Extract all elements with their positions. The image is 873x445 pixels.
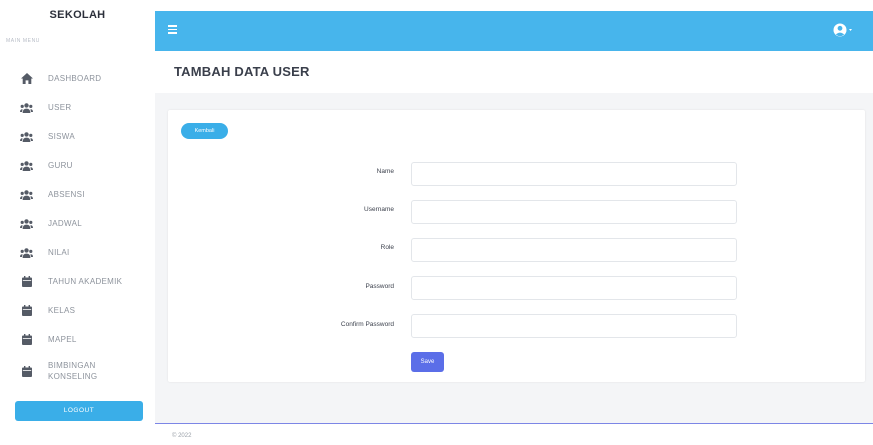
users-icon: [20, 218, 33, 230]
page-title: TAMBAH DATA USER: [174, 64, 310, 79]
sidebar-item-siswa[interactable]: SISWA: [0, 122, 155, 151]
calendar-icon: [20, 365, 33, 377]
copyright-text: © 2022: [172, 433, 192, 439]
sidebar-item-label: USER: [48, 103, 72, 112]
top-navbar: [155, 11, 873, 51]
calendar-icon: [20, 276, 33, 288]
users-icon: [20, 131, 33, 143]
users-icon: [20, 102, 33, 114]
sidebar-item-jadwal[interactable]: JADWAL: [0, 209, 155, 238]
users-icon: [20, 247, 33, 259]
username-label: Username: [364, 206, 394, 213]
sidebar-item-user[interactable]: USER: [0, 93, 155, 122]
sidebar-item-label: MAPEL: [48, 335, 77, 344]
brand-title: SEKOLAH: [49, 9, 106, 21]
sidebar-item-nilai[interactable]: NILAI: [0, 238, 155, 267]
sidebar-item-label: SISWA: [48, 132, 75, 141]
sidebar-item-label: DASHBOARD: [48, 74, 102, 83]
sidebar-item-label: JADWAL: [48, 219, 82, 228]
sidebar-item-label: TAHUN AKADEMIK: [48, 277, 123, 286]
users-icon: [20, 189, 33, 201]
logout-button[interactable]: LOGOUT: [15, 401, 143, 421]
sidebar-item-absensi[interactable]: ABSENSI: [0, 180, 155, 209]
role-label: Role: [380, 244, 394, 251]
users-icon: [20, 160, 33, 172]
username-input[interactable]: [411, 200, 737, 224]
sidebar: SEKOLAH MAIN MENU DASHBOARD USER SISWA G…: [0, 0, 155, 445]
password-label: Password: [365, 283, 394, 290]
sidebar-item-label: NILAI: [48, 248, 70, 257]
footer-divider: [155, 423, 873, 424]
menu-header: MAIN MENU: [6, 38, 41, 44]
sidebar-item-dashboard[interactable]: DASHBOARD: [0, 64, 155, 93]
confirm-password-label: Confirm Password: [340, 321, 394, 328]
sidebar-item-tahun-akademik[interactable]: TAHUN AKADEMIK: [0, 267, 155, 296]
back-button[interactable]: Kembali: [181, 123, 228, 139]
sidebar-item-bimbingan-konseling[interactable]: BIMBINGAN KONSELING: [0, 352, 155, 390]
calendar-icon: [20, 305, 33, 317]
home-icon: [20, 73, 33, 85]
name-input[interactable]: [411, 162, 737, 186]
sidebar-item-kelas[interactable]: KELAS: [0, 296, 155, 325]
sidebar-item-guru[interactable]: GURU: [0, 151, 155, 180]
user-avatar-icon[interactable]: [833, 22, 853, 38]
role-input[interactable]: [411, 238, 737, 262]
confirm-password-input[interactable]: [411, 314, 737, 338]
sidebar-item-label: KELAS: [48, 306, 76, 315]
calendar-icon: [20, 334, 33, 346]
sidebar-item-mapel[interactable]: MAPEL: [0, 325, 155, 354]
password-input[interactable]: [411, 276, 737, 300]
sidebar-item-label: GURU: [48, 161, 73, 170]
menu-toggle-icon[interactable]: [168, 25, 177, 34]
sidebar-item-label: BIMBINGAN KONSELING: [48, 361, 98, 381]
sidebar-item-label: ABSENSI: [48, 190, 85, 199]
sidebar-nav: DASHBOARD USER SISWA GURU ABSENSI JADWAL…: [0, 64, 155, 390]
save-button[interactable]: Save: [411, 352, 444, 372]
name-label: Name: [376, 168, 394, 175]
